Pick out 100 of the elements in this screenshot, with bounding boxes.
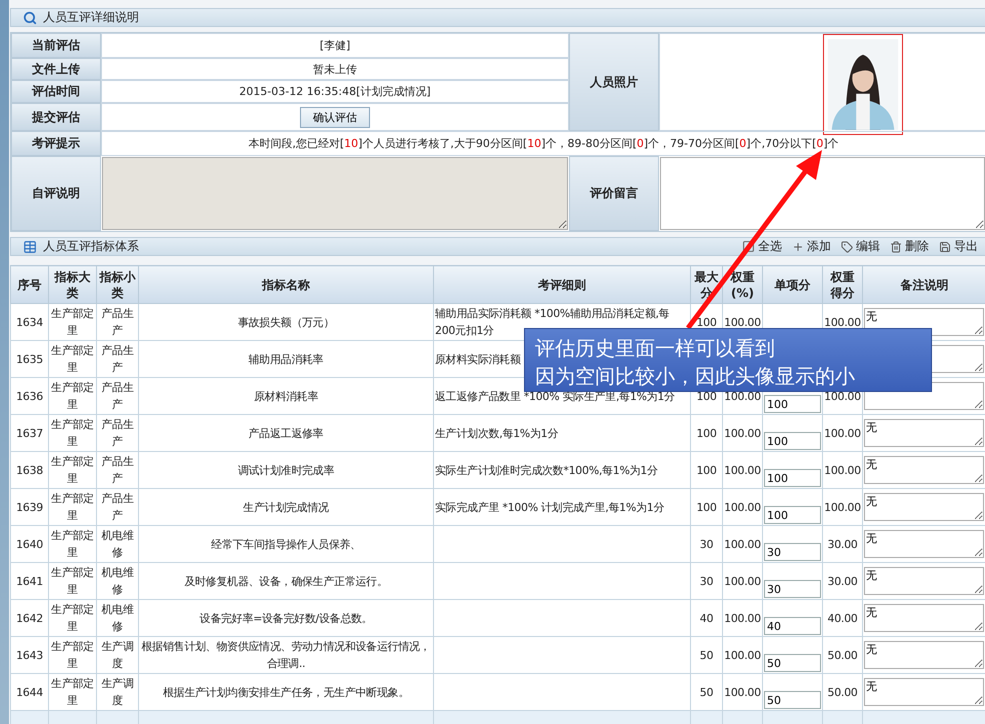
select-all-checkbox[interactable]: 全选 (742, 238, 782, 255)
table-cell: 1637 (10, 414, 48, 452)
column-header: 指标大类 (48, 266, 96, 304)
table-cell: 100.00 (822, 452, 862, 488)
table-cell: 生产部定里 (48, 304, 96, 340)
table-cell: 1634 (10, 304, 48, 340)
table-cell: 100 (690, 488, 722, 526)
table-cell: 生产部定里 (48, 526, 96, 562)
table-cell: 40.00 (822, 600, 862, 636)
table-cell: 设备完好率=设备完好数/设备总数。 (138, 600, 434, 636)
field-value: 2015-03-12 16:35:48[计划完成情况] (101, 80, 569, 103)
remark-field[interactable]: 无 (864, 640, 984, 668)
table-icon (23, 240, 37, 254)
table-cell: 机电维修 (96, 600, 138, 636)
table-cell: 及时修复机器、设备，确保生产正常运行。 (138, 562, 434, 600)
score-field[interactable]: 100 (764, 506, 821, 524)
delete-button[interactable]: 删除 (890, 238, 929, 255)
remark-field[interactable]: 无 (864, 530, 984, 558)
table-cell: 机电维修 (96, 526, 138, 562)
field-value: 暂未上传 (101, 58, 569, 80)
field-label: 考评提示 (11, 131, 101, 156)
column-header: 权重(%) (722, 266, 762, 304)
photo-label: 人员照片 (569, 33, 659, 131)
edit-button[interactable]: 编辑 (841, 238, 880, 255)
score-field[interactable]: 100 (764, 395, 821, 413)
remark-field[interactable]: 无 (864, 418, 984, 446)
table-cell: 生产部定里 (48, 340, 96, 378)
remark-field[interactable]: 无 (864, 456, 984, 484)
table-cell: 100.00 (722, 562, 762, 600)
field-label: 自评说明 (11, 156, 101, 231)
table-cell: 1638 (10, 452, 48, 488)
trash-icon (890, 240, 902, 252)
table-cell: 生产部定里 (48, 378, 96, 414)
score-field[interactable]: 100 (764, 469, 821, 487)
table-cell: 1639 (10, 488, 48, 526)
field-label: 评估时间 (11, 80, 101, 103)
table-cell: 生产计划完成情况 (138, 488, 434, 526)
field-value: [李健] (101, 33, 569, 58)
assessment-tip: 本时间段,您已经对[10]个人员进行考核了,大于90分区间[10]个，89-80分区间[0]个，79-70分区间[0]个,70分以下[0]个 (101, 131, 985, 156)
table-cell: 1640 (10, 526, 48, 562)
score-field[interactable]: 30 (764, 580, 821, 598)
table-cell: 100.00 (722, 414, 762, 452)
table-cell: 100.00 (722, 488, 762, 526)
confirm-button[interactable]: 确认评估 (300, 106, 370, 128)
table-cell: 30.00 (822, 526, 862, 562)
table-cell: 生产部定里 (48, 636, 96, 674)
score-field[interactable]: 50 (764, 654, 821, 672)
search-icon (23, 10, 37, 24)
score-field[interactable]: 100 (764, 432, 821, 450)
panel-title: 人员互评指标体系 (43, 238, 139, 255)
table-cell: 100.00 (722, 452, 762, 488)
table-cell: 辅助用品消耗率 (138, 340, 434, 378)
table-cell: 30 (690, 526, 722, 562)
table-cell: 生产部定里 (48, 452, 96, 488)
score-field[interactable]: 30 (764, 543, 821, 561)
self-evaluation-field[interactable] (102, 157, 568, 230)
table-cell: 生产部定里 (48, 600, 96, 636)
table-cell: 产品返工返修率 (138, 414, 434, 452)
table-cell: 30 (690, 562, 722, 600)
field-label: 文件上传 (11, 58, 101, 80)
table-cell: 100 (690, 414, 722, 452)
field-label: 提交评估 (11, 103, 101, 131)
table-cell: 产品生产 (96, 452, 138, 488)
panel-title: 人员互评详细说明 (43, 9, 139, 26)
table-cell: 100.00 (722, 526, 762, 562)
table-cell: 50 (690, 636, 722, 674)
table-cell: 机电维修 (96, 562, 138, 600)
save-icon (939, 240, 951, 252)
plus-icon (792, 240, 804, 252)
table-cell: 1636 (10, 378, 48, 414)
score-field[interactable]: 40 (764, 617, 821, 635)
score-field[interactable]: 50 (764, 691, 821, 709)
column-header: 权重得分 (822, 266, 862, 304)
remark-field[interactable]: 无 (864, 678, 984, 706)
table-cell: 生产部定里 (48, 414, 96, 452)
table-cell: 实际完成产里 *100% 计划完成产里,每1%为1分 (434, 488, 690, 526)
table-cell: 生产计划次数,每1%为1分 (434, 414, 690, 452)
column-header: 指标小类 (96, 266, 138, 304)
remark-field[interactable]: 无 (864, 604, 984, 632)
table-cell: 100.00 (722, 600, 762, 636)
table-cell: 1635 (10, 340, 48, 378)
table-cell: 1643 (10, 636, 48, 674)
remark-field[interactable]: 无 (864, 492, 984, 520)
remark-field[interactable]: 无 (864, 566, 984, 594)
field-label: 当前评估 (11, 33, 101, 58)
export-button[interactable]: 导出 (939, 238, 978, 255)
column-header: 考评细则 (434, 266, 690, 304)
table-cell: 生产部定里 (48, 488, 96, 526)
add-button[interactable]: 添加 (792, 238, 831, 255)
table-cell: 1642 (10, 600, 48, 636)
column-header: 指标名称 (138, 266, 434, 304)
tag-icon (841, 240, 853, 252)
table-cell: 50.00 (822, 636, 862, 674)
table-cell: 100.00 (822, 488, 862, 526)
table-cell: 产品生产 (96, 488, 138, 526)
column-header: 单项分 (762, 266, 822, 304)
table-cell: 事故损失额（万元） (138, 304, 434, 340)
table-cell: 实际生产计划准时完成次数*100%,每1%为1分 (434, 452, 690, 488)
comment-field[interactable] (660, 157, 985, 230)
table-cell: 原材料消耗率 (138, 378, 434, 414)
